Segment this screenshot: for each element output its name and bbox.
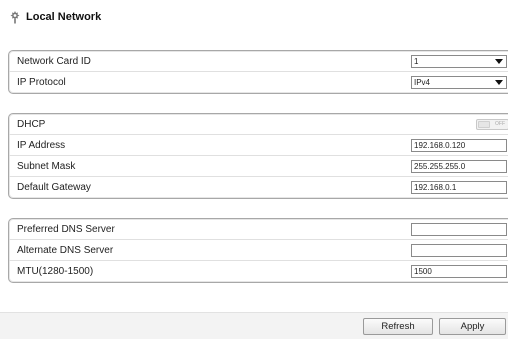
- ip-protocol-row: IP Protocol IPv4: [9, 72, 508, 93]
- alternate-dns-label: Alternate DNS Server: [17, 244, 114, 256]
- chevron-down-icon: [495, 80, 503, 85]
- mtu-input[interactable]: 1500: [411, 265, 507, 278]
- network-card-id-select[interactable]: 1: [411, 55, 507, 68]
- mtu-row: MTU(1280-1500) 1500: [9, 261, 508, 282]
- refresh-button[interactable]: Refresh: [363, 318, 433, 335]
- default-gateway-row: Default Gateway 192.168.0.1: [9, 177, 508, 198]
- settings-icon: [9, 10, 21, 24]
- default-gateway-label: Default Gateway: [17, 182, 91, 193]
- mtu-label: MTU(1280-1500): [17, 266, 94, 277]
- toggle-knob: [478, 121, 490, 128]
- ip-address-label: IP Address: [17, 139, 66, 151]
- alternate-dns-row: Alternate DNS Server: [9, 240, 508, 261]
- subnet-mask-row: Subnet Mask 255.255.255.0: [9, 156, 508, 177]
- dns-group: Preferred DNS Server Alternate DNS Serve…: [8, 218, 508, 283]
- preferred-dns-input[interactable]: [411, 223, 507, 236]
- preferred-dns-row: Preferred DNS Server: [9, 219, 508, 240]
- network-card-id-label: Network Card ID: [17, 55, 91, 67]
- page-header: Local Network: [9, 7, 101, 27]
- page-title: Local Network: [26, 11, 102, 23]
- dhcp-state: OFF: [495, 121, 505, 127]
- dhcp-label: DHCP: [17, 118, 46, 130]
- subnet-mask-label: Subnet Mask: [17, 160, 76, 172]
- network-card-id-value: 1: [414, 57, 419, 66]
- ip-settings-group: DHCP OFF IP Address 192.168.0.120 Subnet…: [8, 113, 508, 199]
- subnet-mask-input[interactable]: 255.255.255.0: [411, 160, 507, 173]
- preferred-dns-label: Preferred DNS Server: [17, 223, 115, 235]
- chevron-down-icon: [495, 59, 503, 64]
- dhcp-row: DHCP OFF: [9, 114, 508, 135]
- network-card-id-row: Network Card ID 1: [9, 51, 508, 72]
- apply-button[interactable]: Apply: [439, 318, 506, 335]
- footer-bar: Refresh Apply: [0, 312, 508, 339]
- dhcp-toggle[interactable]: OFF: [476, 119, 508, 130]
- default-gateway-input[interactable]: 192.168.0.1: [411, 181, 507, 194]
- ip-address-row: IP Address 192.168.0.120: [9, 135, 508, 156]
- ip-address-input[interactable]: 192.168.0.120: [411, 139, 507, 152]
- ip-protocol-select[interactable]: IPv4: [411, 76, 507, 89]
- ip-protocol-label: IP Protocol: [17, 77, 66, 88]
- ip-protocol-value: IPv4: [414, 78, 431, 87]
- alternate-dns-input[interactable]: [411, 244, 507, 257]
- network-card-group: Network Card ID 1 IP Protocol IPv4: [8, 50, 508, 94]
